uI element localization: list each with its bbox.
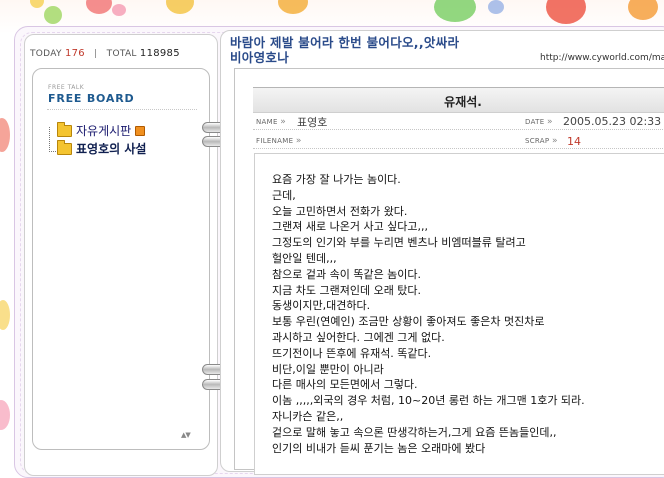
post-body-line: 이놈 ,,,,,외국의 경우 처럼, 10~20년 롱런 하는 개그맨 1호가 … [272, 394, 585, 408]
menu-item-label: 자유게시판 [76, 124, 132, 138]
decor-heart-green [44, 6, 62, 24]
decor-heart-side-pink [0, 400, 10, 430]
scrap-label: SCRAP » [525, 136, 558, 146]
arrow-icon: » [551, 136, 558, 146]
board-menu: FREE TALK FREE BOARD 자유게시판 표영호의 사설 ▲▼ [32, 68, 210, 450]
today-count: 176 [64, 48, 85, 59]
post-body-line: 오늘 고민하면서 전화가 왔다. [272, 204, 408, 218]
post-body-line: 요즘 가장 잘 나가는 놈이다. [272, 173, 401, 186]
total-count: 118985 [139, 48, 180, 59]
visit-counter: TODAY 176 | TOTAL 118985 [30, 48, 180, 59]
date-label-text: DATE [525, 118, 545, 126]
arrow-icon: » [546, 117, 553, 127]
post-date: 2005.05.23 02:33 [563, 115, 662, 128]
decor-heart-orange2 [628, 0, 658, 20]
menu-item-free-board[interactable]: 자유게시판 [57, 121, 146, 138]
meta-divider [253, 129, 664, 130]
decor-heart-orange [278, 0, 308, 14]
board-subtitle: FREE TALK [48, 84, 85, 91]
post-body-line: 자니카슨 같은,, [272, 409, 344, 423]
menu-item-editorial[interactable]: 표영호의 사설 [57, 139, 147, 156]
post-body-line: 근데, [272, 188, 296, 202]
name-label-text: NAME [256, 118, 278, 126]
decor-heart-side-yellow [0, 300, 10, 330]
author-name[interactable]: 표영호 [297, 114, 327, 130]
new-badge-icon [135, 125, 146, 136]
filename-label-text: FILENAME [256, 137, 294, 145]
scroll-down-icon[interactable]: ▲▼ [181, 431, 191, 439]
post-body-line: 인기의 비내가 듣씨 푼기는 놈은 오래마에 봤다 [272, 441, 486, 455]
arrow-icon: » [295, 136, 302, 146]
board-divider [47, 109, 197, 110]
counter-separator: | [94, 49, 98, 59]
board-title: FREE BOARD [48, 92, 135, 105]
menu-item-label: 표영호의 사설 [76, 142, 147, 156]
post-body-line: 동생이지만,대견하다. [272, 299, 371, 313]
decor-heart-red [86, 0, 112, 14]
arrow-icon: » [280, 117, 287, 127]
post-body-line: 뜨기전이나 뜬후에 유재석. 똑같다. [272, 346, 432, 360]
post-body-box: 요즘 가장 잘 나가는 놈이다. 근데, 오늘 고민하면서 전화가 왔다. 그랜져 새… [254, 153, 664, 475]
post-body-line: 다른 매사의 모든면에서 그렇다. [272, 378, 418, 392]
decor-heart-green2 [434, 0, 476, 22]
folder-icon [57, 139, 72, 155]
decor-heart-yellow [30, 0, 44, 8]
post-body: 요즘 가장 잘 나가는 놈이다. 근데, 오늘 고민하면서 전화가 왔다. 그랜져 새… [272, 172, 664, 456]
post-header: 유재석. [253, 87, 664, 113]
total-label: TOTAL [106, 49, 137, 59]
post-body-line: 과시하고 싶어한다. 그에겐 그게 없다. [272, 330, 445, 344]
post-title: 유재석. [444, 95, 482, 109]
post-body-line: 헐안일 텐데,,, [272, 251, 337, 265]
post-body-line: 겉으로 말해 놓고 속으론 딴생각하는거,그게 요즘 뜬놈들인데,, [272, 425, 557, 439]
filename-label: FILENAME » [256, 136, 302, 146]
post-body-line: 그정도의 인기와 부를 누리면 벤츠나 비엠떠블류 탈려고 [272, 236, 526, 250]
post-body-line: 보통 우린(연예인) 조금만 상황이 좋아져도 좋은차 멋진차로 [272, 315, 545, 329]
decor-heart-yellow2 [166, 0, 194, 14]
post-body-line: 참으로 겉과 속이 똑같은 놈이다. [272, 267, 422, 281]
decor-heart-side-red [0, 118, 10, 152]
scrap-count: 14 [567, 135, 581, 148]
decor-heart-red2 [546, 0, 586, 24]
decor-heart-blue [488, 0, 504, 14]
today-label: TODAY [30, 49, 62, 59]
scrap-label-text: SCRAP [525, 137, 550, 145]
decor-heart-pink [112, 4, 126, 16]
post-body-line: 비단,이일 뿐만이 아니라 [272, 362, 384, 376]
post-body-line: 지금 차도 그랜져인데 오래 탔다. [272, 283, 422, 297]
page-title-line1: 바람아 제발 불어라 한번 불어다오,,앗싸라 [230, 35, 460, 50]
homepage-url[interactable]: http://www.cyworld.com/mac [540, 53, 664, 63]
meta-divider [253, 148, 664, 149]
folder-icon [57, 121, 72, 137]
date-label: DATE » [525, 117, 553, 127]
name-label: NAME » [256, 117, 286, 127]
post-body-line: 그랜져 새로 나온거 사고 싶다고,,, [272, 220, 429, 234]
